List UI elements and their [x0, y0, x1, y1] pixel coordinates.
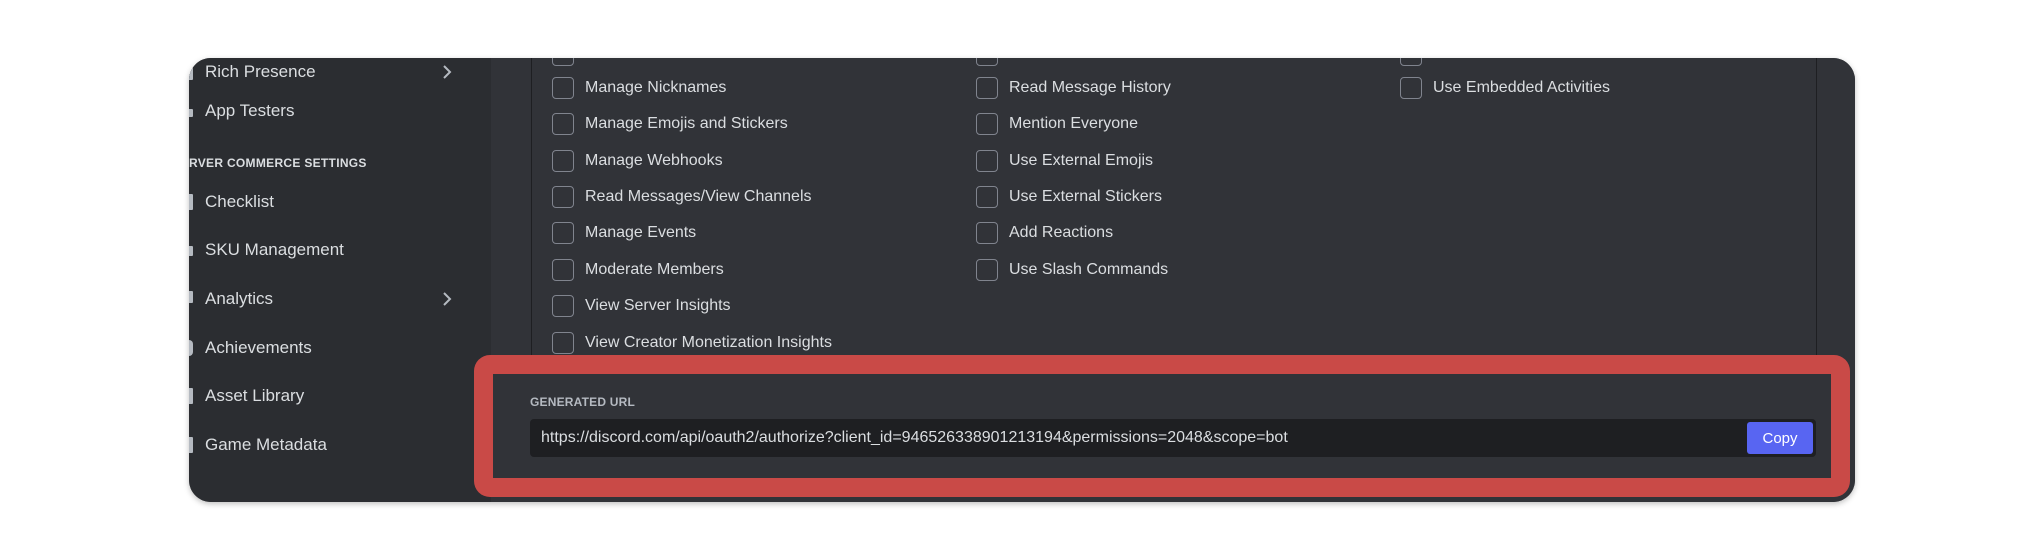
permission-moderate-members[interactable]: Moderate Members [552, 257, 724, 283]
checkbox[interactable] [552, 113, 574, 135]
sidebar-item-app-testers[interactable]: App Testers [189, 91, 459, 131]
permission-use-external-stickers[interactable]: Use External Stickers [976, 184, 1162, 210]
checkbox[interactable] [1400, 77, 1422, 99]
checkbox[interactable] [976, 113, 998, 135]
generated-url-field[interactable]: https://discord.com/api/oauth2/authorize… [530, 419, 1816, 457]
checkbox[interactable] [552, 150, 574, 172]
sidebar-item-asset-library[interactable]: Asset Library [189, 376, 459, 416]
checkbox[interactable] [1400, 58, 1422, 66]
checkbox[interactable] [552, 186, 574, 208]
testers-icon [189, 109, 193, 117]
permission-checkbox[interactable] [1400, 58, 1422, 68]
chevron-right-icon [443, 292, 452, 306]
permission-read-messages[interactable]: Read Messages/View Channels [552, 184, 812, 210]
permission-label: Manage Emojis and Stickers [585, 115, 788, 132]
asset-library-icon [189, 388, 193, 404]
permission-label: Read Messages/View Channels [585, 188, 812, 205]
checklist-icon [189, 194, 193, 210]
sidebar-item-achievements[interactable]: Achievements [189, 328, 459, 368]
permission-add-reactions[interactable]: Add Reactions [976, 220, 1113, 246]
generated-url-label: GENERATED URL [530, 395, 636, 409]
checkbox[interactable] [552, 259, 574, 281]
copy-button[interactable]: Copy [1747, 422, 1813, 454]
checkbox[interactable] [976, 222, 998, 244]
sidebar-item-checklist[interactable]: Checklist [189, 182, 459, 222]
permission-view-server-insights[interactable]: View Server Insights [552, 293, 731, 319]
permission-checkbox[interactable] [552, 58, 574, 68]
sidebar-item-label: Analytics [205, 289, 274, 308]
permission-manage-webhooks[interactable]: Manage Webhooks [552, 148, 723, 174]
sidebar-item-sku-management[interactable]: SKU Management [189, 230, 459, 270]
analytics-icon [189, 291, 193, 303]
checkbox[interactable] [976, 150, 998, 172]
permission-mention-everyone[interactable]: Mention Everyone [976, 111, 1138, 137]
checkbox[interactable] [552, 295, 574, 317]
achievements-icon [189, 340, 193, 356]
permission-label: Add Reactions [1009, 224, 1114, 241]
permission-label: Use Slash Commands [1009, 261, 1169, 278]
permission-label: Mention Everyone [1009, 115, 1138, 132]
permission-use-embedded-activities[interactable]: Use Embedded Activities [1400, 75, 1610, 101]
permission-label: Manage Nicknames [585, 79, 727, 96]
permission-label: Use Embedded Activities [1433, 79, 1610, 96]
sidebar-item-label: App Testers [205, 101, 295, 120]
checkbox[interactable] [552, 332, 574, 354]
sidebar-item-label: Checklist [205, 192, 274, 211]
permission-label: Read Message History [1009, 79, 1171, 96]
permission-label: Manage Webhooks [585, 152, 723, 169]
checkbox[interactable] [976, 186, 998, 208]
permission-manage-emojis[interactable]: Manage Emojis and Stickers [552, 111, 788, 137]
sidebar-item-label: SKU Management [205, 240, 344, 259]
section-header: RVER COMMERCE SETTINGS [189, 156, 367, 170]
checkbox[interactable] [552, 58, 574, 66]
sku-icon [189, 246, 193, 256]
permission-label: Use External Emojis [1009, 152, 1154, 169]
permissions-box: Manage Nicknames Manage Emojis and Stick… [531, 58, 1817, 356]
permission-label: Use External Stickers [1009, 188, 1162, 205]
permission-read-message-history[interactable]: Read Message History [976, 75, 1171, 101]
checkbox[interactable] [552, 77, 574, 99]
checkbox[interactable] [976, 58, 998, 66]
checkbox[interactable] [976, 259, 998, 281]
permission-view-creator-insights[interactable]: View Creator Monetization Insights [552, 330, 832, 356]
permission-use-external-emojis[interactable]: Use External Emojis [976, 148, 1153, 174]
sidebar-item-label: Rich Presence [205, 62, 316, 81]
permission-manage-nicknames[interactable]: Manage Nicknames [552, 75, 726, 101]
permission-checkbox[interactable] [976, 58, 998, 68]
generated-url-value[interactable]: https://discord.com/api/oauth2/authorize… [541, 429, 1288, 447]
sidebar-item-label: Asset Library [205, 386, 305, 405]
checkbox[interactable] [976, 77, 998, 99]
chevron-right-icon [443, 65, 452, 79]
game-metadata-icon [189, 437, 193, 453]
rich-presence-icon [189, 64, 193, 80]
permission-manage-events[interactable]: Manage Events [552, 220, 696, 246]
checkbox[interactable] [552, 222, 574, 244]
sidebar-item-label: Achievements [205, 338, 312, 357]
sidebar: Rich Presence App Testers RVER COMMERCE … [189, 58, 491, 502]
permission-label: Manage Events [585, 224, 697, 241]
permission-use-slash-commands[interactable]: Use Slash Commands [976, 257, 1168, 283]
sidebar-item-rich-presence[interactable]: Rich Presence [189, 58, 459, 92]
sidebar-item-game-metadata[interactable]: Game Metadata [189, 425, 459, 465]
permission-label: View Creator Monetization Insights [585, 334, 832, 351]
permission-label: Moderate Members [585, 261, 724, 278]
sidebar-item-analytics[interactable]: Analytics [189, 279, 459, 319]
sidebar-item-label: Game Metadata [205, 435, 327, 454]
permission-label: View Server Insights [585, 297, 731, 314]
